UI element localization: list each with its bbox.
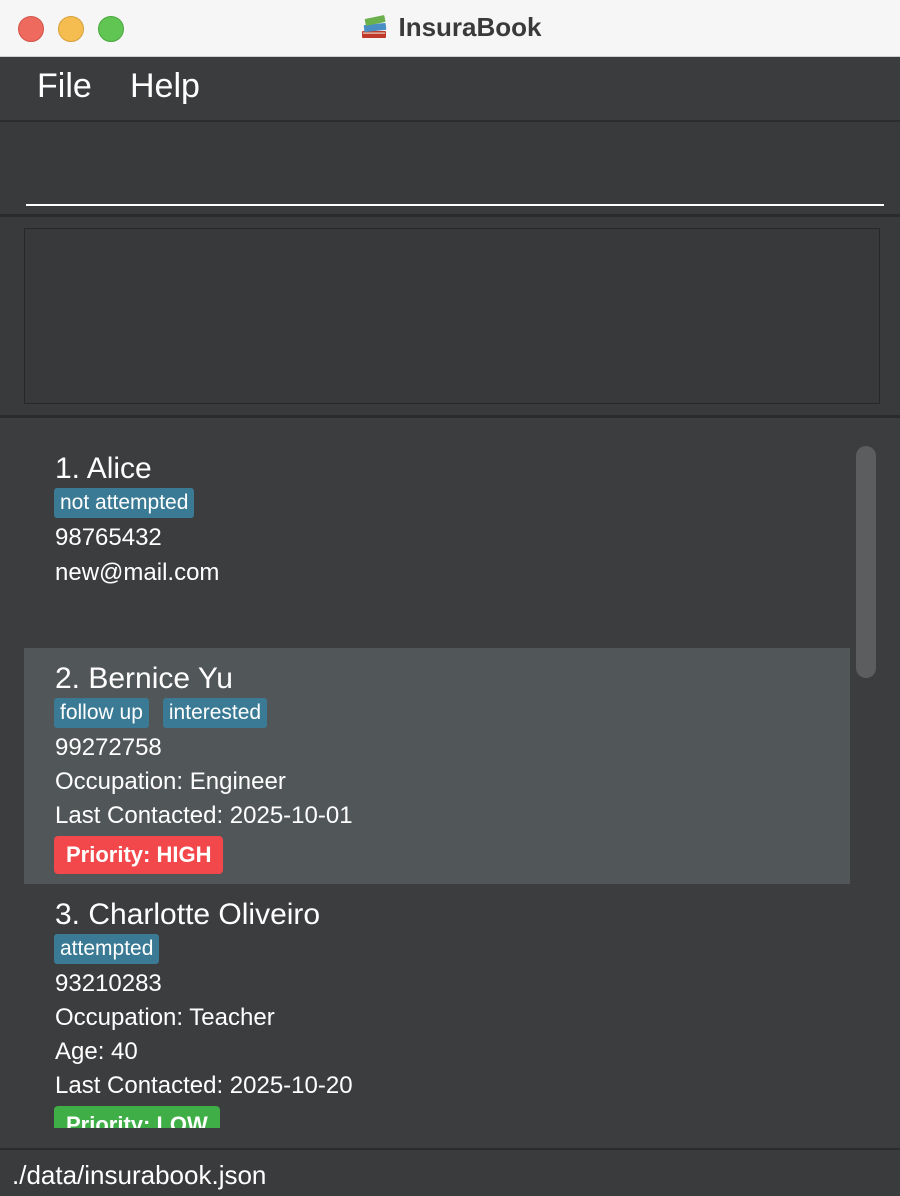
person-name: 3. Charlotte Oliveiro	[55, 898, 321, 931]
person-occupation: Occupation: Engineer	[55, 768, 286, 795]
person-list-panel: 1. Alice not attempted 98765432 new@mail…	[0, 418, 900, 1148]
person-phone: 99272758	[55, 734, 162, 761]
person-email: new@mail.com	[55, 559, 220, 586]
priority-badge: Priority: HIGH	[54, 836, 224, 874]
person-card[interactable]: 3. Charlotte Oliveiro attempted 93210283…	[24, 884, 850, 1128]
books-icon	[362, 15, 387, 38]
save-location-path: ./data/insurabook.json	[12, 1160, 267, 1190]
person-phone: 93210283	[55, 970, 162, 997]
app-window: InsuraBook File Help 1. Alice not attemp…	[0, 0, 900, 1196]
person-list[interactable]: 1. Alice not attempted 98765432 new@mail…	[24, 438, 850, 1128]
command-input[interactable]	[26, 142, 884, 206]
menu-help[interactable]: Help	[130, 67, 200, 106]
scrollbar-thumb[interactable]	[856, 446, 876, 678]
tag-list: not attempted	[54, 488, 208, 518]
person-occupation: Occupation: Teacher	[55, 1004, 275, 1031]
person-card-selected[interactable]: 2. Bernice Yu follow up interested 99272…	[24, 648, 850, 884]
status-bar: ./data/insurabook.json	[0, 1148, 900, 1196]
person-card[interactable]: 1. Alice not attempted 98765432 new@mail…	[24, 438, 850, 648]
person-age: Age: 40	[55, 1038, 138, 1065]
tag: attempted	[54, 934, 160, 964]
priority-badge: Priority: LOW	[54, 1106, 220, 1128]
title-group: InsuraBook	[0, 8, 900, 46]
menu-file[interactable]: File	[37, 67, 92, 106]
tag-list: attempted	[54, 934, 173, 964]
title-bar: InsuraBook	[0, 0, 900, 57]
result-display	[24, 228, 880, 404]
tag: follow up	[54, 698, 149, 728]
menu-bar: File Help	[0, 57, 900, 122]
person-last-contacted: Last Contacted: 2025-10-20	[55, 1072, 353, 1099]
person-name: 2. Bernice Yu	[55, 662, 233, 695]
tag-list: follow up interested	[54, 698, 281, 728]
result-display-panel	[0, 217, 900, 418]
person-last-contacted: Last Contacted: 2025-10-01	[55, 802, 353, 829]
person-phone: 98765432	[55, 524, 162, 551]
tag: interested	[162, 698, 268, 728]
window-title: InsuraBook	[398, 11, 542, 42]
command-box-panel	[0, 122, 900, 217]
tag: not attempted	[54, 488, 195, 518]
person-name: 1. Alice	[55, 452, 152, 485]
